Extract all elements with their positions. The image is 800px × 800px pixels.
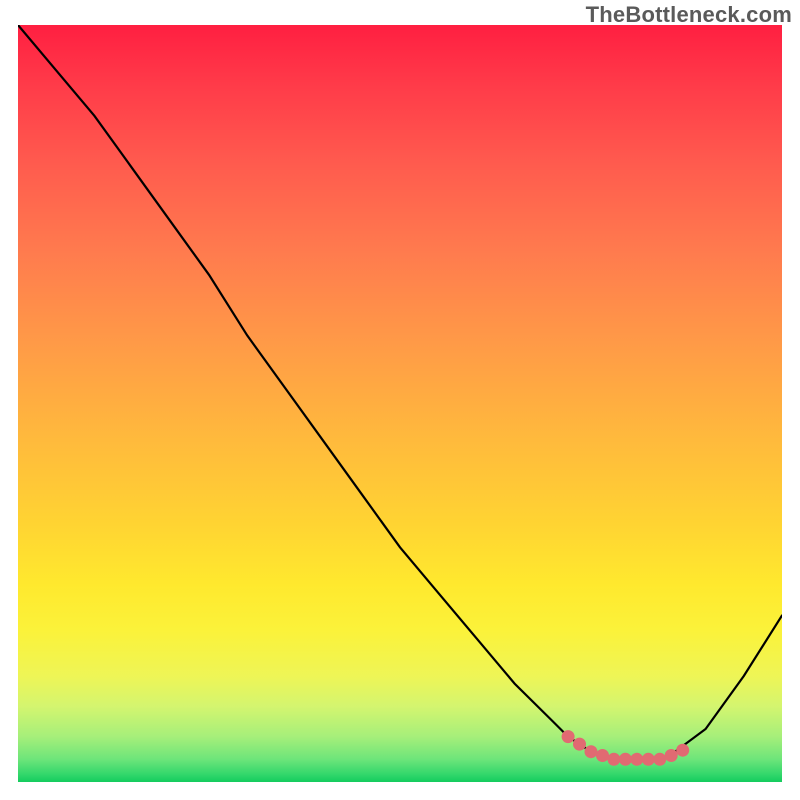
dot [676, 744, 689, 757]
dot [653, 753, 666, 766]
curve-overlay [18, 25, 782, 782]
dot [642, 753, 655, 766]
dot [619, 753, 632, 766]
dot [573, 738, 586, 751]
dot [562, 730, 575, 743]
watermark-text: TheBottleneck.com [586, 2, 792, 28]
bottleneck-curve [18, 25, 782, 759]
min-band-dots [562, 730, 690, 766]
dot [665, 749, 678, 762]
chart-container: TheBottleneck.com [0, 0, 800, 800]
dot [585, 745, 598, 758]
dot [596, 749, 609, 762]
dot [607, 753, 620, 766]
dot [630, 753, 643, 766]
